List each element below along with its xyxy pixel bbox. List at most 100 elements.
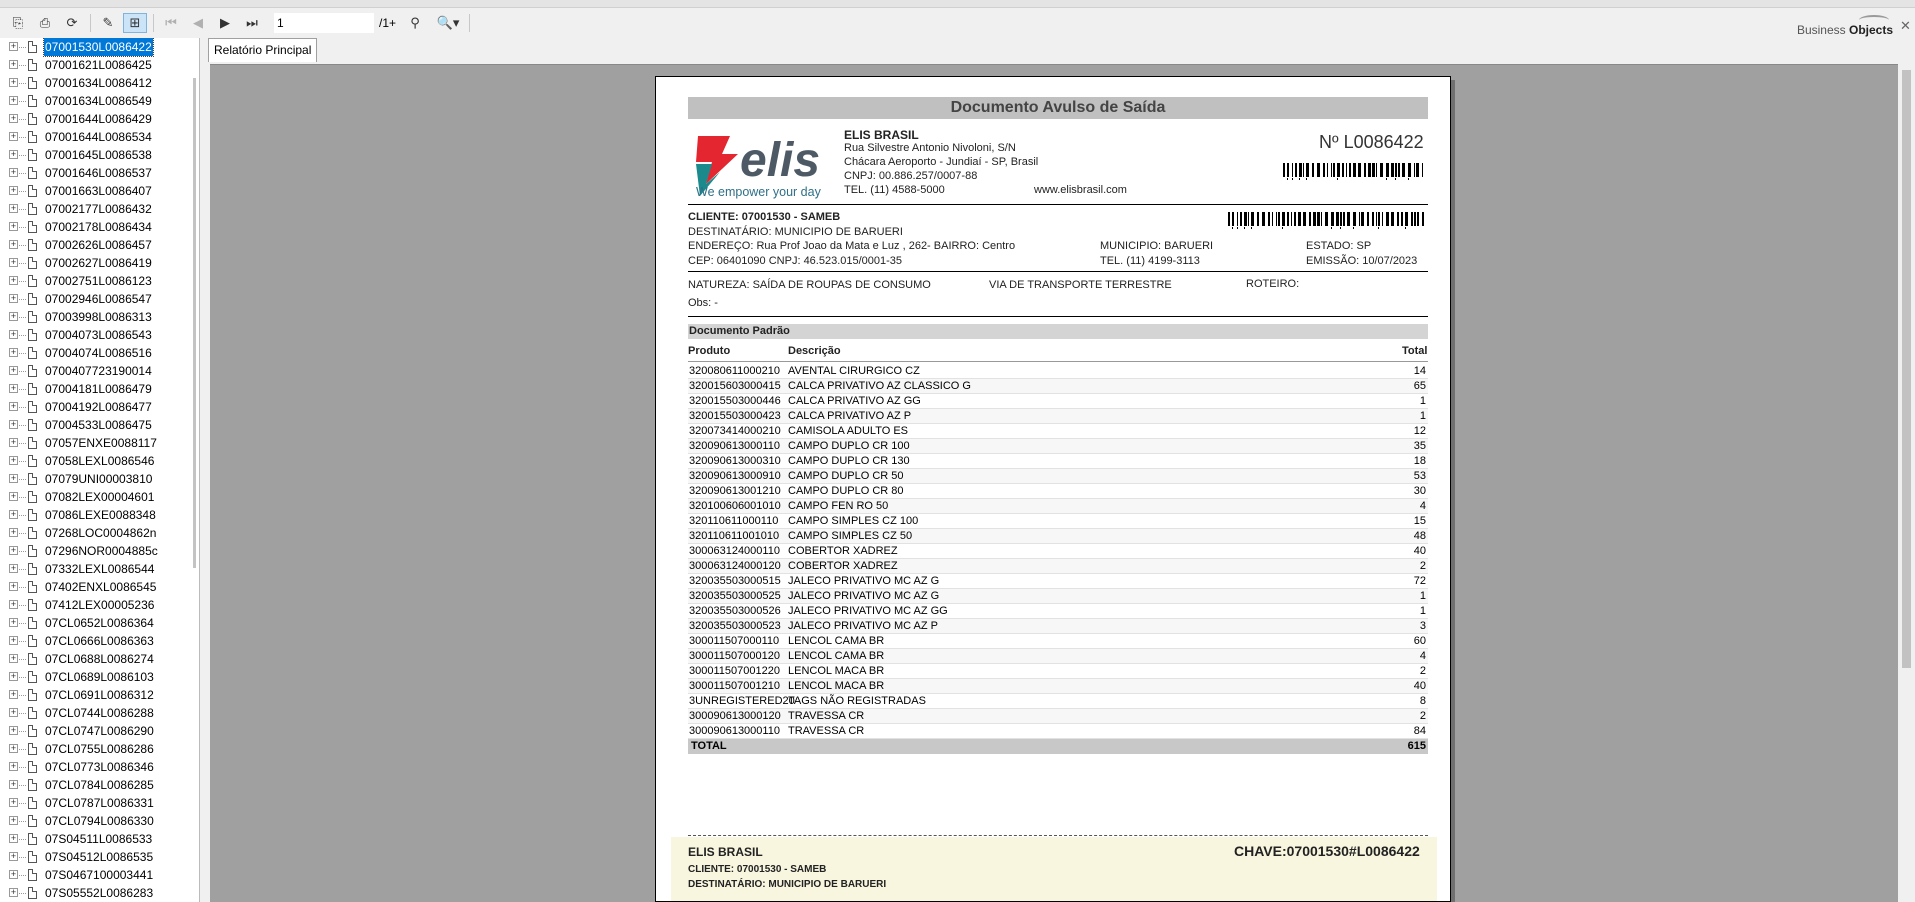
tree-item[interactable]: +07CL0691L0086312: [0, 686, 199, 704]
last-page-icon[interactable]: ⏭: [240, 13, 264, 33]
tree-item[interactable]: +07001645L0086538: [0, 146, 199, 164]
tree-item[interactable]: +07002627L0086419: [0, 254, 199, 272]
tree-item[interactable]: +07002946L0086547: [0, 290, 199, 308]
export-icon[interactable]: ⎘: [6, 13, 30, 33]
expand-icon[interactable]: +: [9, 420, 18, 429]
expand-icon[interactable]: +: [9, 312, 18, 321]
tree-item-label[interactable]: 07004077231900​14: [44, 362, 153, 380]
tree-item[interactable]: +07268LOC0004862n: [0, 524, 199, 542]
tree-item[interactable]: +07001646L0086537: [0, 164, 199, 182]
refresh-icon[interactable]: ⟳: [60, 13, 84, 33]
tree-item[interactable]: +07CL0689L0086103: [0, 668, 199, 686]
tree-item[interactable]: +07CL0666L0086363: [0, 632, 199, 650]
expand-icon[interactable]: +: [9, 618, 18, 627]
tree-item[interactable]: +07001530L0086422: [0, 38, 199, 57]
tree-item-label[interactable]: 07004073L0086543: [44, 326, 153, 344]
expand-icon[interactable]: +: [9, 582, 18, 591]
tree-item[interactable]: +07CL0787L0086331: [0, 794, 199, 812]
tree-item[interactable]: +07004074L0086516: [0, 344, 199, 362]
tree-item[interactable]: +07001634L0086549: [0, 92, 199, 110]
scrollbar-thumb[interactable]: [1902, 70, 1911, 668]
expand-icon[interactable]: +: [9, 762, 18, 771]
tree-item-label[interactable]: 07004074L0086516: [44, 344, 153, 362]
tree-item-label[interactable]: 07CL0784L0086285: [44, 776, 155, 794]
zoom-dropdown-icon[interactable]: 🔍▾: [433, 13, 463, 33]
tree-item-label[interactable]: 07002177L0086432: [44, 200, 153, 218]
tree-item-label[interactable]: 07CL0666L0086363: [44, 632, 155, 650]
expand-icon[interactable]: +: [9, 60, 18, 69]
tree-item-label[interactable]: 07S04512L0086535: [44, 848, 154, 866]
print-icon[interactable]: ⎙: [33, 13, 57, 33]
tree-item-label[interactable]: 07CL0773L0086346: [44, 758, 155, 776]
tree-item[interactable]: +07004192L0086477: [0, 398, 199, 416]
page-number-input[interactable]: [274, 13, 374, 33]
close-icon[interactable]: ✕: [1900, 18, 1911, 34]
expand-icon[interactable]: +: [9, 492, 18, 501]
tree-item-label[interactable]: 07001644L0086429: [44, 110, 153, 128]
tree-item[interactable]: +07002626L0086457: [0, 236, 199, 254]
tree-item[interactable]: +07058LEXL0086546: [0, 452, 199, 470]
tree-item[interactable]: +07002178L0086434: [0, 218, 199, 236]
tree-item-label[interactable]: 07S05552L0086283: [44, 884, 154, 902]
tree-item-label[interactable]: 07402ENXL0086545: [44, 578, 157, 596]
expand-icon[interactable]: +: [9, 510, 18, 519]
expand-icon[interactable]: +: [9, 834, 18, 843]
tree-item[interactable]: +07079UNI00003810: [0, 470, 199, 488]
expand-icon[interactable]: +: [9, 546, 18, 555]
tree-item[interactable]: +07CL0744L0086288: [0, 704, 199, 722]
tree-item-label[interactable]: 07001634L0086549: [44, 92, 153, 110]
expand-icon[interactable]: +: [9, 852, 18, 861]
tree-item[interactable]: +07086LEXE0088348: [0, 506, 199, 524]
tree-item-label[interactable]: 07001644L0086534: [44, 128, 153, 146]
expand-icon[interactable]: +: [9, 330, 18, 339]
expand-icon[interactable]: +: [9, 294, 18, 303]
expand-icon[interactable]: +: [9, 870, 18, 879]
first-page-icon[interactable]: ⏮: [159, 13, 183, 33]
tree-item-label[interactable]: 07001530L0086422: [43, 38, 154, 57]
tree-item[interactable]: +07003998L0086313: [0, 308, 199, 326]
expand-icon[interactable]: +: [9, 150, 18, 159]
expand-icon[interactable]: +: [9, 240, 18, 249]
tree-item-label[interactable]: 07002178L0086434: [44, 218, 153, 236]
edit-report-icon[interactable]: ✎: [96, 13, 120, 33]
expand-icon[interactable]: +: [9, 348, 18, 357]
tree-item-label[interactable]: 07CL0688L0086274: [44, 650, 155, 668]
tree-item-label[interactable]: 07003998L0086313: [44, 308, 153, 326]
tree-item-label[interactable]: 07001646L0086537: [44, 164, 153, 182]
next-page-icon[interactable]: ▶: [213, 13, 237, 33]
tree-item-label[interactable]: 07CL0755L0086286: [44, 740, 155, 758]
expand-icon[interactable]: +: [9, 600, 18, 609]
tree-item-label[interactable]: 07S04511L0086533: [44, 830, 153, 848]
tree-item[interactable]: +07CL0773L0086346: [0, 758, 199, 776]
tree-item[interactable]: +07002751L0086123: [0, 272, 199, 290]
expand-icon[interactable]: +: [9, 204, 18, 213]
expand-icon[interactable]: +: [9, 132, 18, 141]
tree-item-label[interactable]: 07004533L0086475: [44, 416, 153, 434]
tree-item-label[interactable]: 07268LOC0004862n: [44, 524, 157, 542]
tree-item-label[interactable]: 07001634L0086412: [44, 74, 153, 92]
tree-item[interactable]: +07332LEXL0086544: [0, 560, 199, 578]
expand-icon[interactable]: +: [9, 816, 18, 825]
tree-item[interactable]: +07296NOR0004885c: [0, 542, 199, 560]
tree-item[interactable]: +07001644L0086534: [0, 128, 199, 146]
tree-item[interactable]: +07001621L0086425: [0, 56, 199, 74]
tree-item-label[interactable]: 07CL0794L0086330: [44, 812, 155, 830]
tree-item[interactable]: +07CL0755L0086286: [0, 740, 199, 758]
tree-item-label[interactable]: 07CL0689L0086103: [44, 668, 155, 686]
vertical-scrollbar[interactable]: [1898, 64, 1915, 902]
expand-icon[interactable]: +: [9, 456, 18, 465]
expand-icon[interactable]: +: [9, 114, 18, 123]
tree-item-label[interactable]: 07082LEX00004601: [44, 488, 155, 506]
tree-item-label[interactable]: 07002627L0086419: [44, 254, 153, 272]
tree-item[interactable]: +07S0467100003441: [0, 866, 199, 884]
tree-item[interactable]: +07004077231900​14: [0, 362, 199, 380]
tree-item[interactable]: +07CL0688L0086274: [0, 650, 199, 668]
group-tree-toggle-icon[interactable]: ⊞: [123, 13, 147, 33]
previous-page-icon[interactable]: ◀: [186, 13, 210, 33]
tab-relatorio-principal[interactable]: Relatório Principal: [208, 38, 318, 62]
tree-item[interactable]: +07002177L0086432: [0, 200, 199, 218]
tree-item-label[interactable]: 07296NOR0004885c: [44, 542, 159, 560]
expand-icon[interactable]: +: [9, 186, 18, 195]
tree-item-label[interactable]: 07CL0744L0086288: [44, 704, 155, 722]
tree-item-label[interactable]: 07002626L0086457: [44, 236, 153, 254]
